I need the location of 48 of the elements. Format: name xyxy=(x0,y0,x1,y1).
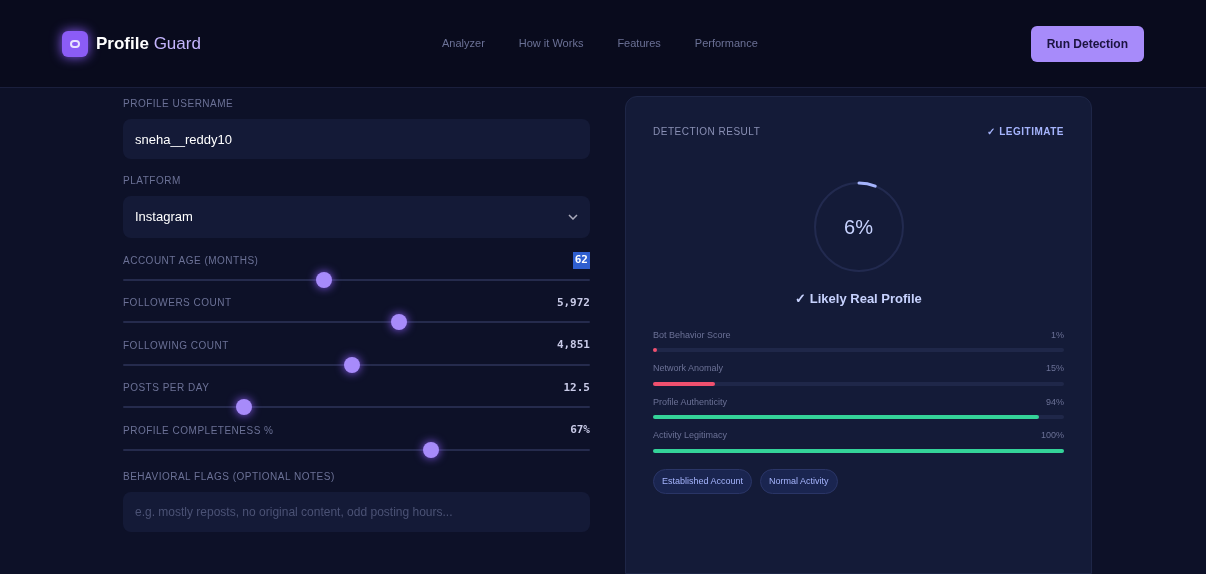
brand-name: Profile Guard xyxy=(96,32,201,55)
slider-thumb[interactable] xyxy=(236,399,253,415)
slider-reading: 5,972 xyxy=(556,294,590,311)
logo-icon xyxy=(62,30,88,57)
metric-reading: 100% xyxy=(1040,429,1064,442)
slider[interactable] xyxy=(123,441,590,458)
run-detection-button[interactable]: Run Detection xyxy=(1030,25,1144,62)
field-label: POSTS PER DAY xyxy=(123,381,210,396)
metric-reading: 94% xyxy=(1046,395,1064,409)
nav-link[interactable]: Features xyxy=(617,35,661,52)
field-label: FOLLOWERS COUNT xyxy=(123,296,232,311)
field-label: PROFILE COMPLETENESS % xyxy=(123,423,274,438)
tag: Normal Activity xyxy=(760,468,838,494)
nav-link[interactable]: How it Works xyxy=(518,35,584,52)
slider-reading: 62 xyxy=(572,252,590,269)
notes-field[interactable]: e.g. mostly reposts, no original content, odd posting hours... xyxy=(123,491,590,532)
verdict-label: ✓ LEGITIMATE xyxy=(987,125,1064,139)
platform-select[interactable]: Instagram xyxy=(123,196,590,238)
chevron-down-icon xyxy=(568,214,578,220)
slider-thumb[interactable] xyxy=(390,314,407,330)
slider-thumb[interactable] xyxy=(315,271,332,288)
slider-thumb[interactable] xyxy=(343,356,360,373)
slider-reading: 12.5 xyxy=(563,379,590,396)
metric-label: Bot Behavior Score xyxy=(653,328,731,342)
slider[interactable] xyxy=(123,356,590,373)
field-label: BEHAVIORAL FLAGS (OPTIONAL NOTES) xyxy=(123,469,336,484)
metric-label: Network Anomaly xyxy=(653,362,724,375)
field-label: FOLLOWING COUNT xyxy=(123,338,229,353)
nav-link[interactable]: Analyzer xyxy=(442,35,485,52)
slider-thumb[interactable] xyxy=(423,441,440,458)
slider-reading: 4,851 xyxy=(556,337,590,353)
metric-label: Profile Authenticity xyxy=(653,395,728,409)
score-value: 6% xyxy=(844,215,873,240)
field-label: PLATFORM xyxy=(123,174,182,188)
slider[interactable] xyxy=(123,271,590,288)
slider-reading: 67% xyxy=(570,422,590,438)
metric-label: Activity Legitimacy xyxy=(653,429,728,442)
slider[interactable] xyxy=(123,399,590,415)
field-label: ACCOUNT AGE (MONTHS) xyxy=(123,253,259,268)
tag: Established Account xyxy=(653,468,753,494)
card-title: DETECTION RESULT xyxy=(653,125,761,139)
field-label: PROFILE USERNAME xyxy=(123,97,235,111)
metric-reading: 1% xyxy=(1051,328,1064,342)
nav-link[interactable]: Performance xyxy=(694,35,758,52)
verdict-text: ✓ Likely Real Profile xyxy=(795,290,922,308)
slider[interactable] xyxy=(123,314,590,330)
metric-reading: 15% xyxy=(1046,362,1064,375)
username-field[interactable]: sneha__reddy10 xyxy=(123,119,590,159)
